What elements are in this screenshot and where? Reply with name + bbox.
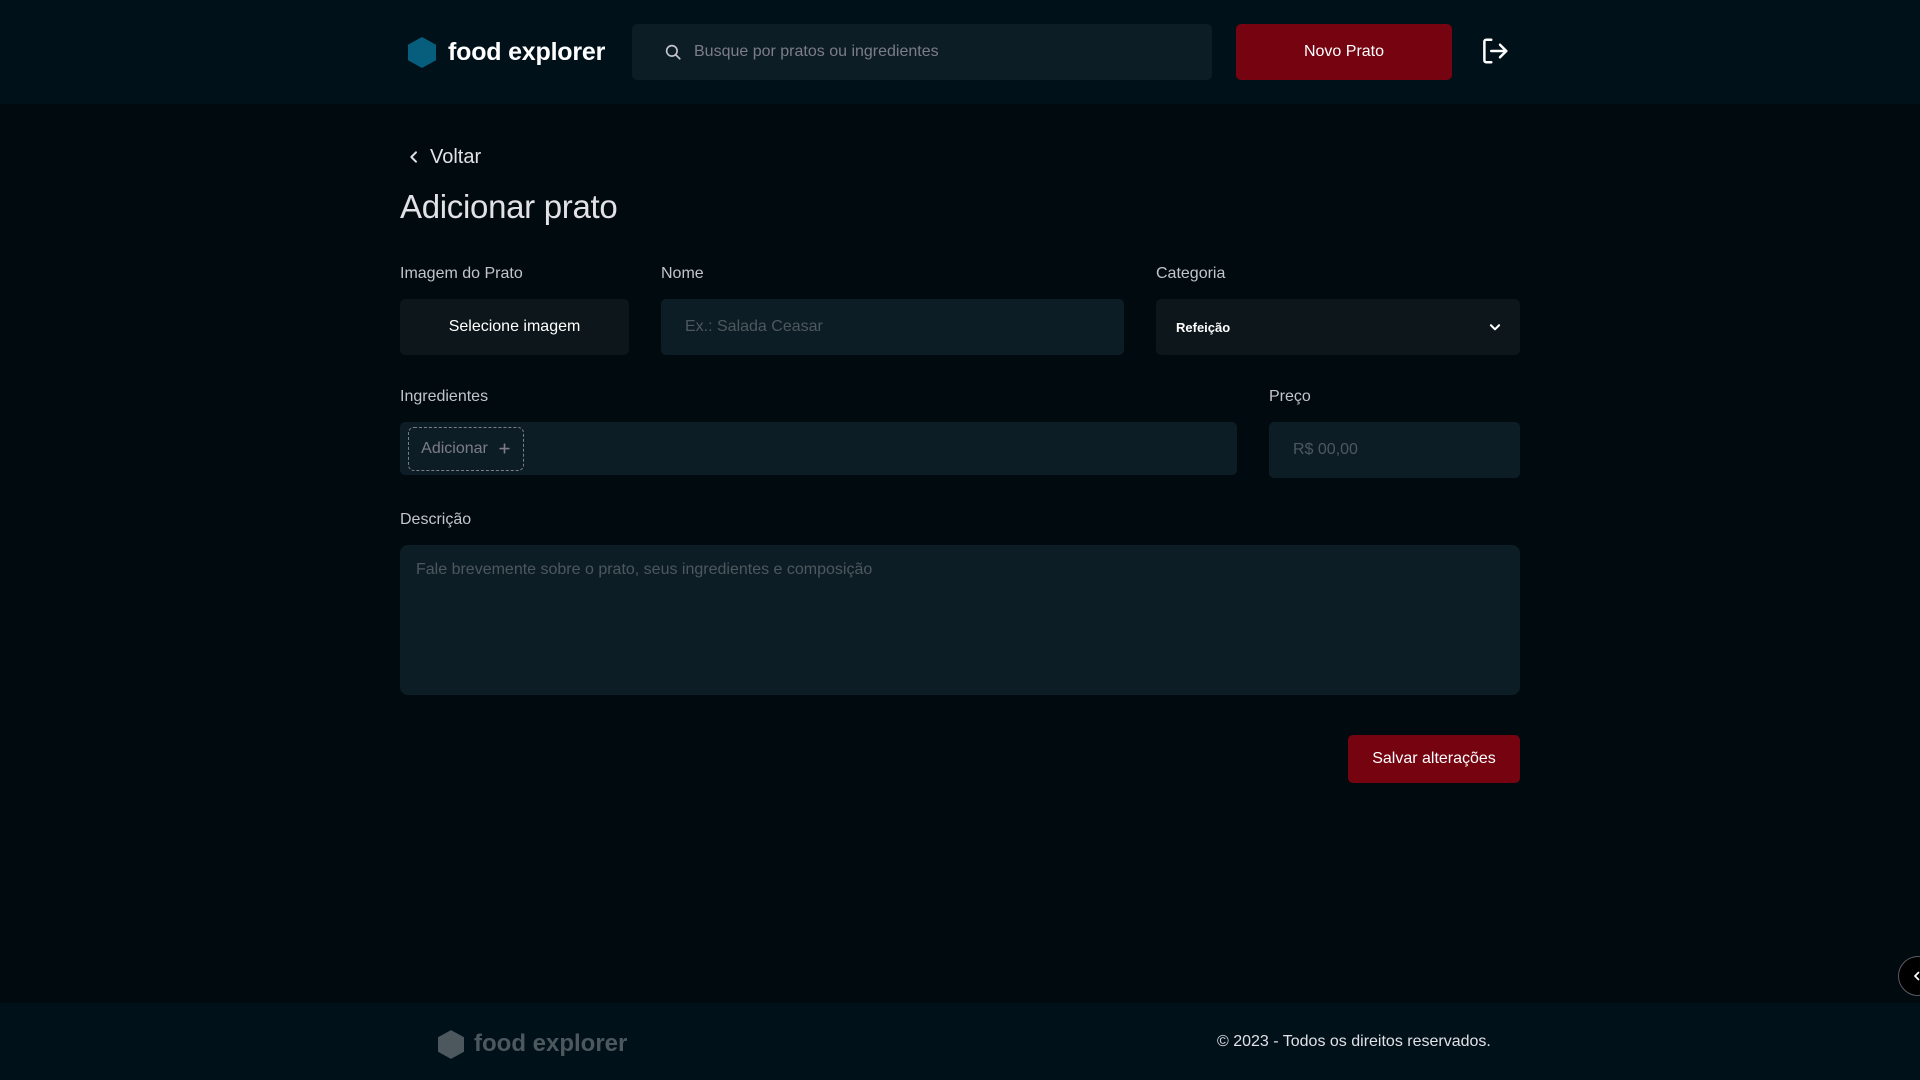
price-label: Preço	[1269, 388, 1311, 405]
save-button[interactable]: Salvar alterações	[1348, 735, 1520, 783]
chevron-left-icon	[410, 151, 417, 163]
search-icon	[665, 44, 681, 60]
name-label: Nome	[661, 265, 704, 282]
description-label: Descrição	[400, 511, 472, 528]
new-dish-button[interactable]: Novo Prato	[1236, 24, 1452, 80]
ingredients-field: Adicionar	[400, 422, 1237, 475]
search-input[interactable]	[694, 43, 1174, 61]
name-input[interactable]	[661, 299, 1124, 355]
side-panel-toggle[interactable]	[1898, 956, 1920, 996]
brand-name: food explorer	[448, 37, 606, 66]
price-input[interactable]	[1269, 422, 1520, 478]
footer-brand: food explorer	[474, 1030, 628, 1057]
back-label: Voltar	[430, 145, 482, 168]
description-textarea[interactable]	[400, 545, 1520, 695]
copyright-text: © 2023 - Todos os direitos reservados.	[1217, 1033, 1491, 1050]
hexagon-logo-icon	[438, 1029, 464, 1059]
image-label: Imagem do Prato	[400, 265, 523, 282]
add-ingredient-placeholder: Adicionar	[421, 439, 488, 457]
category-value: Refeição	[1176, 319, 1231, 335]
logout-button[interactable]	[1478, 34, 1512, 68]
chevron-down-icon	[1489, 324, 1501, 331]
plus-icon	[499, 443, 510, 454]
sign-out-icon	[1483, 38, 1508, 64]
category-label: Categoria	[1156, 265, 1226, 282]
chevron-left-icon	[1914, 971, 1920, 981]
footer: food explorer © 2023 - Todos os direitos…	[0, 1003, 1920, 1080]
add-ingredient-button[interactable]: Adicionar	[408, 426, 524, 471]
brand-logo[interactable]: food explorer	[408, 34, 605, 70]
select-image-button[interactable]: Selecione imagem	[400, 299, 629, 355]
page-title: Adicionar prato	[400, 188, 618, 225]
back-link[interactable]: Voltar	[406, 144, 481, 170]
search-bar[interactable]	[632, 24, 1212, 80]
category-select[interactable]: Refeição	[1156, 299, 1520, 355]
header: food explorer Novo Prato	[0, 0, 1920, 104]
footer-logo: food explorer	[438, 1029, 627, 1059]
hexagon-logo-icon	[408, 36, 436, 68]
ingredients-label: Ingredientes	[400, 388, 489, 405]
